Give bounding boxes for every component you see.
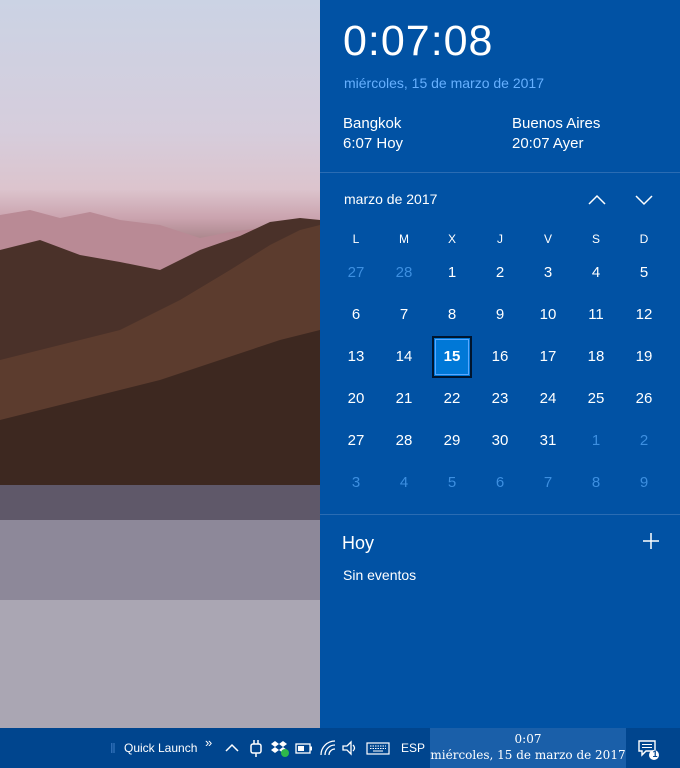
- add-event-plus-icon[interactable]: [640, 530, 662, 552]
- calendar-week-row: 6 7 8 9 10 11 12: [332, 294, 668, 336]
- calendar-day[interactable]: 5: [428, 462, 476, 504]
- calendar-day[interactable]: 10: [524, 294, 572, 336]
- dropbox-icon[interactable]: [270, 738, 290, 758]
- clock-city: Bangkok: [343, 115, 402, 132]
- calendar-day[interactable]: 17: [524, 336, 572, 378]
- calendar-day[interactable]: 30: [476, 420, 524, 462]
- calendar-day[interactable]: 6: [332, 294, 380, 336]
- weekday-label: L: [352, 232, 360, 246]
- calendar-day[interactable]: 3: [524, 252, 572, 294]
- flyout-date-link[interactable]: miércoles, 15 de marzo de 2017: [344, 75, 544, 91]
- calendar-day[interactable]: 20: [332, 378, 380, 420]
- no-events-text: Sin eventos: [343, 567, 417, 583]
- calendar-day[interactable]: 9: [476, 294, 524, 336]
- flyout-clock: 0:07:08: [343, 17, 494, 65]
- previous-month-chevron-up-icon[interactable]: [586, 190, 608, 210]
- taskbar-time: 0:07: [514, 732, 542, 746]
- touch-keyboard-icon[interactable]: [366, 738, 390, 758]
- weekday-header-row: L M X J V S D: [332, 226, 668, 252]
- calendar-day[interactable]: 7: [380, 294, 428, 336]
- taskbar-date: miércoles, 15 de marzo de 2017: [430, 748, 626, 762]
- wifi-icon[interactable]: [318, 738, 338, 758]
- battery-icon[interactable]: [294, 738, 314, 758]
- calendar-day[interactable]: 7: [524, 462, 572, 504]
- calendar-week-row: 3456789: [332, 462, 668, 504]
- weekday-label: X: [447, 232, 456, 246]
- clock-city: Buenos Aires: [512, 115, 601, 132]
- divider: [320, 172, 680, 173]
- calendar-day[interactable]: 8: [428, 294, 476, 336]
- desktop-wallpaper: [0, 0, 320, 728]
- plug-icon[interactable]: [246, 738, 266, 758]
- calendar-day[interactable]: 9: [620, 462, 668, 504]
- calendar-day[interactable]: 28: [380, 420, 428, 462]
- calendar-day[interactable]: 28: [380, 252, 428, 294]
- clock-calendar-flyout: 0:07:08 miércoles, 15 de marzo de 2017 B…: [320, 0, 680, 728]
- taskbar: ‖ Quick Launch » ESP 0:07 miércoles, 15 …: [0, 728, 680, 768]
- calendar-day[interactable]: 29: [428, 420, 476, 462]
- calendar-day-today[interactable]: 15: [432, 336, 472, 378]
- calendar-day[interactable]: 5: [620, 252, 668, 294]
- calendar-day[interactable]: 23: [476, 378, 524, 420]
- calendar-day[interactable]: 16: [476, 336, 524, 378]
- calendar-week-row: 13 14 15 16 17 18 19: [332, 336, 668, 378]
- calendar-day[interactable]: 27: [332, 420, 380, 462]
- calendar-day[interactable]: 1: [572, 420, 620, 462]
- calendar-week-row: 20 21 22 23 24 25 26: [332, 378, 668, 420]
- calendar-day[interactable]: 1: [428, 252, 476, 294]
- calendar-weeks: 27 28 1 2 3 4 5 6 7 8 9 10 11 12 13 14 15 16 17 18 19 20 21 22 2…: [332, 252, 668, 504]
- calendar-day[interactable]: 6: [476, 462, 524, 504]
- calendar-day[interactable]: 27: [332, 252, 380, 294]
- calendar-day[interactable]: 2: [476, 252, 524, 294]
- calendar-month-title[interactable]: marzo de 2017: [344, 191, 437, 207]
- additional-clock-bangkok: Bangkok 6:07 Hoy: [343, 114, 403, 154]
- notification-count-badge: 1: [652, 749, 658, 759]
- landscape-image: [0, 210, 320, 728]
- input-language-indicator[interactable]: ESP: [401, 728, 425, 768]
- calendar-day[interactable]: 25: [572, 378, 620, 420]
- calendar-day[interactable]: 14: [380, 336, 428, 378]
- calendar-week-row: 27 28 29 30 31 1 2: [332, 420, 668, 462]
- divider: [320, 514, 680, 515]
- weekday-label: S: [591, 232, 600, 246]
- calendar-day[interactable]: 12: [620, 294, 668, 336]
- clock-time: 20:07 Ayer: [512, 135, 584, 152]
- calendar-day[interactable]: 2: [620, 420, 668, 462]
- calendar-day[interactable]: 4: [572, 252, 620, 294]
- quick-launch-toolbar[interactable]: Quick Launch: [124, 728, 197, 768]
- calendar-grid: L M X J V S D 27 28 1 2 3 4 5 6 7 8 9 10 11 12 13 14 15 1…: [332, 226, 668, 504]
- calendar-day[interactable]: 21: [380, 378, 428, 420]
- calendar-day[interactable]: 18: [572, 336, 620, 378]
- next-month-chevron-down-icon[interactable]: [633, 190, 655, 210]
- calendar-day[interactable]: 24: [524, 378, 572, 420]
- calendar-week-row: 27 28 1 2 3 4 5: [332, 252, 668, 294]
- additional-clock-buenos-aires: Buenos Aires 20:07 Ayer: [512, 114, 600, 154]
- calendar-day[interactable]: 13: [332, 336, 380, 378]
- calendar-day[interactable]: 22: [428, 378, 476, 420]
- toolbar-grip[interactable]: ‖: [110, 728, 116, 768]
- calendar-day[interactable]: 19: [620, 336, 668, 378]
- show-hidden-icons-chevron-up-icon[interactable]: [222, 738, 242, 758]
- taskbar-clock-button[interactable]: 0:07 miércoles, 15 de marzo de 2017: [430, 728, 626, 768]
- speaker-volume-icon[interactable]: [340, 738, 360, 758]
- agenda-title: Hoy: [342, 533, 375, 553]
- calendar-day[interactable]: 8: [572, 462, 620, 504]
- calendar-day[interactable]: 4: [380, 462, 428, 504]
- weekday-label: M: [399, 232, 409, 246]
- weekday-label: J: [497, 232, 503, 246]
- calendar-day[interactable]: 11: [572, 294, 620, 336]
- weekday-label: V: [543, 232, 552, 246]
- calendar-day[interactable]: 31: [524, 420, 572, 462]
- quick-launch-overflow-chevron[interactable]: »: [205, 722, 212, 762]
- clock-time: 6:07 Hoy: [343, 135, 404, 152]
- weekday-label: D: [639, 232, 649, 246]
- calendar-day[interactable]: 3: [332, 462, 380, 504]
- calendar-day[interactable]: 26: [620, 378, 668, 420]
